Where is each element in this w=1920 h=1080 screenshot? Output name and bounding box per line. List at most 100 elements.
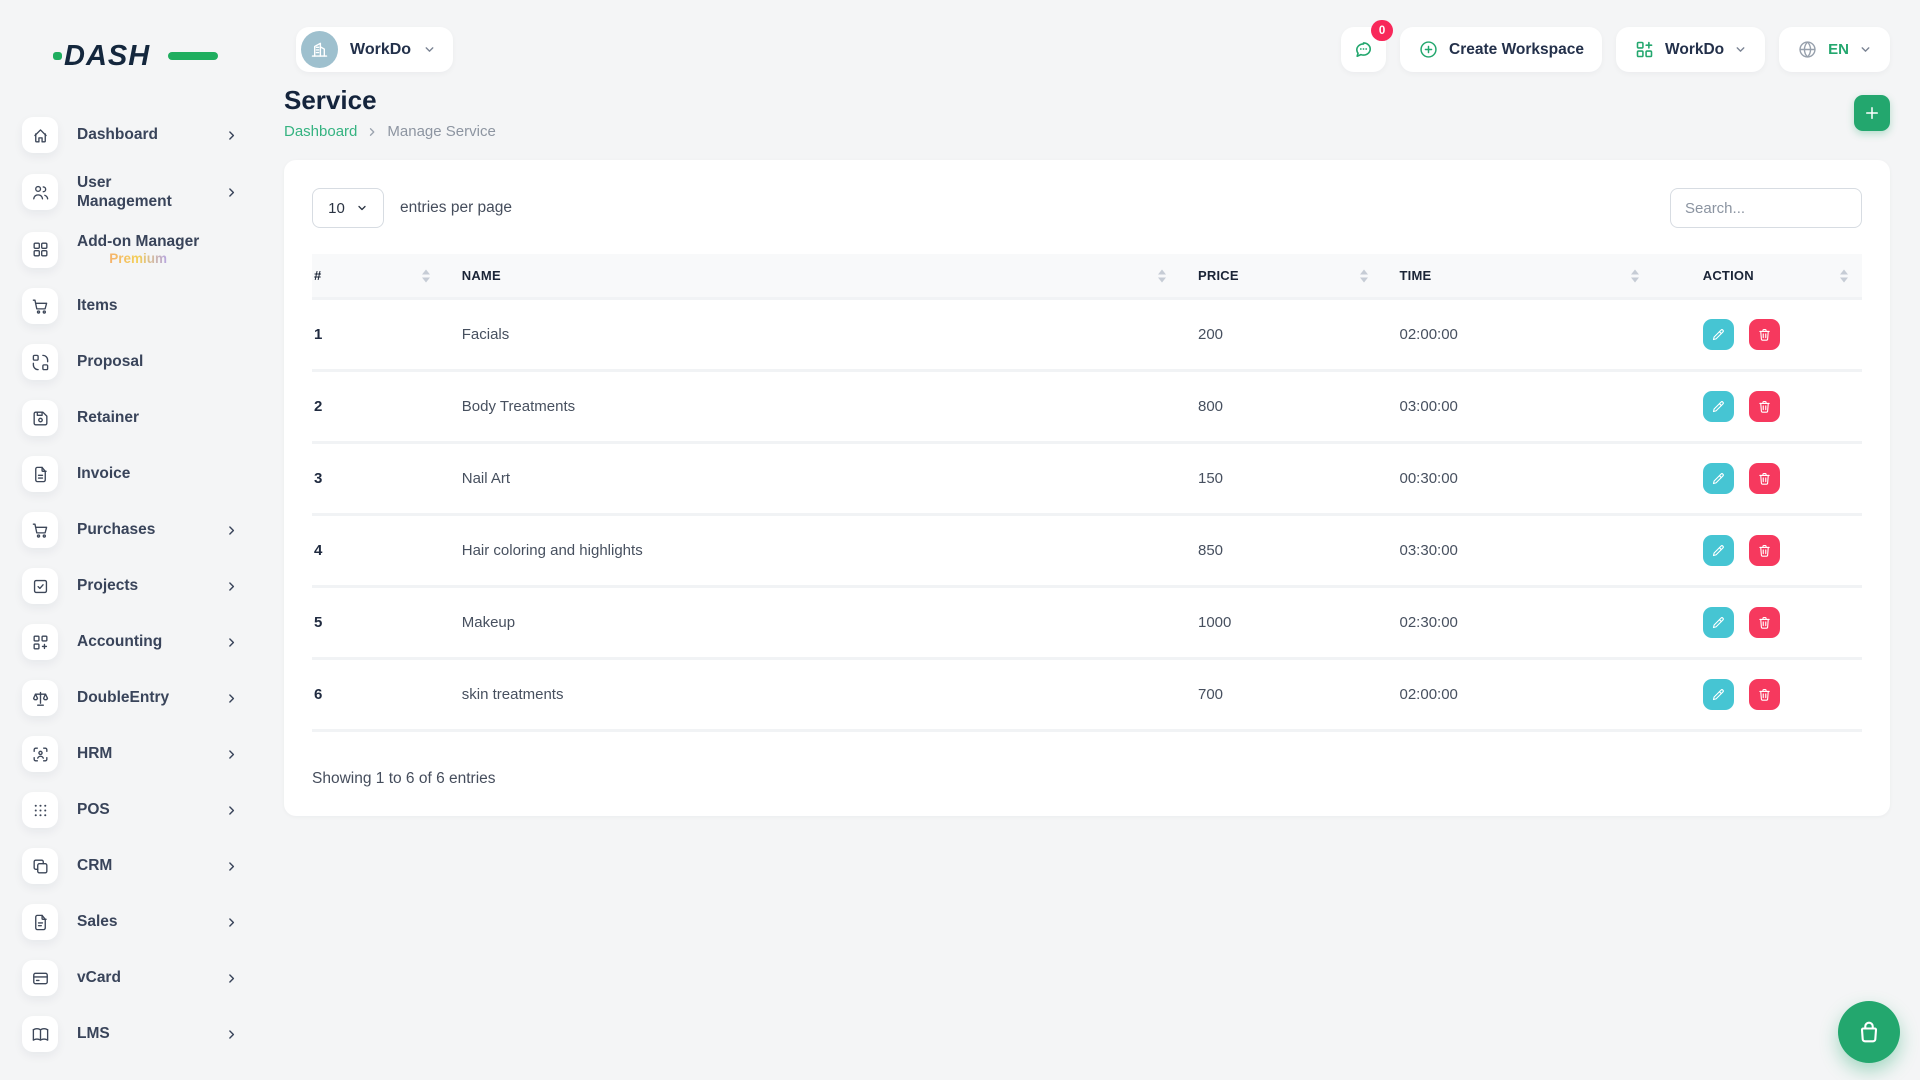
- app-logo[interactable]: DASH: [64, 40, 194, 70]
- trash-icon: [1757, 615, 1772, 630]
- sidebar-item-user-management[interactable]: User Management: [22, 173, 284, 212]
- delete-button[interactable]: [1749, 463, 1780, 494]
- trash-icon: [1757, 399, 1772, 414]
- table-header-row: # NAME PRICE TIME ACTION: [312, 254, 1862, 299]
- create-workspace-label: Create Workspace: [1449, 41, 1584, 59]
- delete-button[interactable]: [1749, 319, 1780, 350]
- sidebar-item-pos[interactable]: POS: [22, 792, 284, 828]
- home-icon: [22, 117, 58, 153]
- sidebar-item-invoice[interactable]: Invoice: [22, 456, 284, 492]
- sort-icon: [1631, 269, 1639, 282]
- book-icon: [22, 1016, 58, 1052]
- service-time-cell: 03:30:00: [1382, 515, 1653, 587]
- chevron-right-icon: [225, 186, 238, 199]
- service-name-cell: Nail Art: [444, 443, 1180, 515]
- chat-icon: [1352, 38, 1375, 61]
- edit-button[interactable]: [1703, 319, 1734, 350]
- sidebar-item-lms[interactable]: LMS: [22, 1016, 284, 1052]
- grid-plus-icon: [22, 624, 58, 660]
- trash-icon: [1757, 327, 1772, 342]
- delete-button[interactable]: [1749, 535, 1780, 566]
- circle-plus-icon: [1418, 39, 1439, 60]
- create-workspace-button[interactable]: Create Workspace: [1400, 27, 1602, 72]
- globe-icon: [1797, 39, 1818, 60]
- sidebar-item-crm[interactable]: CRM: [22, 848, 284, 884]
- user-scan-icon: [22, 736, 58, 772]
- column-header-action[interactable]: ACTION: [1653, 254, 1862, 299]
- search-input[interactable]: [1670, 188, 1862, 228]
- sidebar-item-label: HRM: [77, 744, 112, 763]
- sidebar-item-label: DoubleEntry: [77, 688, 169, 707]
- chevron-right-icon: [225, 916, 238, 929]
- sidebar-item-proposal[interactable]: Proposal: [22, 344, 284, 380]
- row-actions-cell: [1653, 515, 1862, 587]
- row-number-cell: 5: [312, 587, 444, 659]
- language-button[interactable]: EN: [1779, 27, 1890, 72]
- pencil-icon: [1711, 615, 1726, 630]
- table-row: 2 Body Treatments 800 03:00:00: [312, 371, 1862, 443]
- sidebar-item-projects[interactable]: Projects: [22, 568, 284, 604]
- language-label: EN: [1828, 41, 1849, 58]
- messages-button[interactable]: 0: [1341, 27, 1386, 72]
- row-number-cell: 6: [312, 659, 444, 731]
- service-price-cell: 200: [1180, 299, 1382, 371]
- page-header: Service Dashboard Manage Service: [284, 85, 1890, 140]
- column-header-name[interactable]: NAME: [444, 254, 1180, 299]
- app-root: DASH Dashboard User Management Add-on Ma…: [0, 0, 1920, 1080]
- workspace-selector[interactable]: WorkDo: [296, 27, 453, 72]
- edit-button[interactable]: [1703, 463, 1734, 494]
- delete-button[interactable]: [1749, 607, 1780, 638]
- sidebar: DASH Dashboard User Management Add-on Ma…: [0, 0, 284, 1080]
- chevron-right-icon: [225, 580, 238, 593]
- delete-button[interactable]: [1749, 391, 1780, 422]
- table-controls: 10 entries per page: [312, 188, 1862, 228]
- transform-icon: [22, 344, 58, 380]
- table-row: 1 Facials 200 02:00:00: [312, 299, 1862, 371]
- sidebar-item-sales[interactable]: Sales: [22, 904, 284, 940]
- sidebar-item-items[interactable]: Items: [22, 288, 284, 324]
- sidebar-item-label: Proposal: [77, 352, 143, 371]
- sidebar-item-retainer[interactable]: Retainer: [22, 400, 284, 436]
- pencil-icon: [1711, 471, 1726, 486]
- sidebar-item-doubleentry[interactable]: DoubleEntry: [22, 680, 284, 716]
- sidebar-item-accounting[interactable]: Accounting: [22, 624, 284, 660]
- service-price-cell: 150: [1180, 443, 1382, 515]
- edit-button[interactable]: [1703, 535, 1734, 566]
- edit-button[interactable]: [1703, 607, 1734, 638]
- service-time-cell: 00:30:00: [1382, 443, 1653, 515]
- logo-text: DASH: [64, 40, 150, 72]
- sidebar-item-vcard[interactable]: vCard: [22, 960, 284, 996]
- table-body: 1 Facials 200 02:00:00 2 Body Treatments…: [312, 299, 1862, 731]
- add-service-button[interactable]: [1854, 95, 1890, 131]
- cart-fab-button[interactable]: [1838, 1001, 1900, 1063]
- edit-button[interactable]: [1703, 391, 1734, 422]
- sidebar-item-dashboard[interactable]: Dashboard: [22, 117, 284, 153]
- column-header-num[interactable]: #: [312, 254, 444, 299]
- chevron-right-icon: [225, 748, 238, 761]
- sidebar-item-add-on-manager[interactable]: Add-on Manager Premium: [22, 232, 284, 268]
- pencil-icon: [1711, 327, 1726, 342]
- table-row: 5 Makeup 1000 02:30:00: [312, 587, 1862, 659]
- page-size-select[interactable]: 10: [312, 188, 384, 228]
- table-footer-status: Showing 1 to 6 of 6 entries: [312, 770, 1862, 788]
- sidebar-item-label: Projects: [77, 576, 138, 595]
- table-row: 3 Nail Art 150 00:30:00: [312, 443, 1862, 515]
- workspace-avatar: [301, 31, 338, 68]
- sidebar-item-purchases[interactable]: Purchases: [22, 512, 284, 548]
- edit-button[interactable]: [1703, 679, 1734, 710]
- trash-icon: [1757, 687, 1772, 702]
- credit-card-icon: [22, 960, 58, 996]
- column-header-price[interactable]: PRICE: [1180, 254, 1382, 299]
- column-header-time[interactable]: TIME: [1382, 254, 1653, 299]
- topbar-actions: 0 Create Workspace WorkDo EN: [1341, 27, 1890, 72]
- breadcrumb: Dashboard Manage Service: [284, 123, 496, 140]
- workspace-switcher-button[interactable]: WorkDo: [1616, 27, 1765, 72]
- sidebar-item-label: Accounting: [77, 632, 162, 651]
- breadcrumb-dashboard-link[interactable]: Dashboard: [284, 123, 357, 140]
- scale-icon: [22, 680, 58, 716]
- logo-dash-icon: [168, 52, 218, 60]
- sidebar-item-hrm[interactable]: HRM: [22, 736, 284, 772]
- main-content: WorkDo 0 Create Workspace WorkDo: [284, 0, 1920, 1080]
- delete-button[interactable]: [1749, 679, 1780, 710]
- chevron-down-icon: [1734, 43, 1747, 56]
